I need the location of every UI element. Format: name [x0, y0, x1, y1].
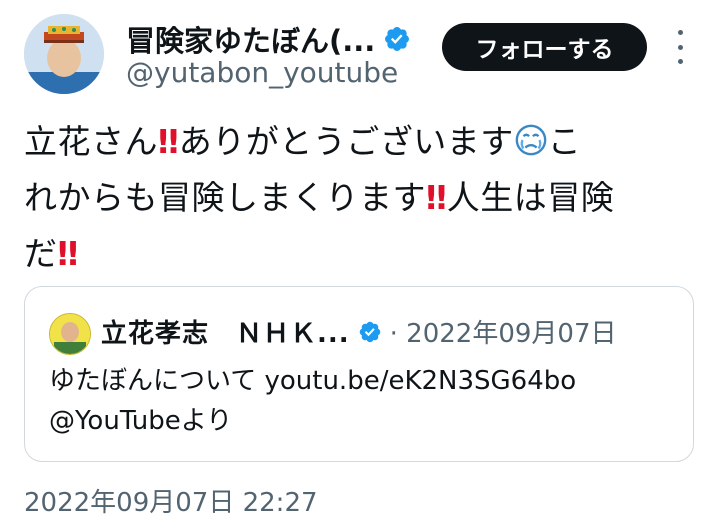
follow-button[interactable]: フォローする	[442, 23, 647, 71]
quoted-tweet-card[interactable]: 立花孝志 ＮＨＫ... · 2022年09月07日 ゆたぼんについて youtu…	[24, 286, 694, 462]
tweet-text: 立花さん‼ ありがとうございます こ れからも冒険しまくります‼ 人生は冒険 だ‼	[24, 114, 700, 282]
tweet-timestamp[interactable]: 2022年09月07日 22:27	[24, 482, 318, 519]
quoted-tweet-line: ゆたぼんについて youtu.be/eK2N3SG64bo	[49, 366, 577, 396]
tweet-text-segment: 立花さん	[24, 122, 158, 161]
crying-face-icon	[515, 124, 547, 156]
author-avatar[interactable]	[24, 14, 104, 94]
tweet-text-segment: ありがとうございます	[178, 122, 514, 161]
author-display-name[interactable]: 冒険家ゆたぼん(...	[126, 18, 411, 60]
quoted-author-avatar[interactable]	[49, 313, 91, 355]
author-handle[interactable]: @yutabon_youtube	[126, 56, 398, 89]
tweet-text-segment: 人生は冒険	[446, 178, 615, 217]
more-options-icon[interactable]	[670, 30, 690, 64]
verified-badge-icon	[359, 321, 380, 342]
double-exclamation-icon: ‼	[426, 178, 447, 217]
double-exclamation-icon: ‼	[57, 234, 79, 273]
tweet-text-segment: れからも冒険しまくります	[24, 178, 426, 217]
quoted-tweet-text: ゆたぼんについて youtu.be/eK2N3SG64bo @YouTubeより	[49, 361, 679, 441]
more-dot	[677, 44, 683, 50]
quoted-tweet-date: · 2022年09月07日	[389, 319, 617, 349]
tweet-text-segment: だ	[24, 234, 58, 273]
more-dot	[677, 59, 683, 64]
quoted-tweet-header: 立花孝志 ＮＨＫ... · 2022年09月07日	[101, 313, 617, 350]
verified-badge-icon	[385, 27, 410, 51]
double-exclamation-icon: ‼	[158, 122, 179, 161]
quoted-tweet-line: @YouTubeより	[49, 406, 233, 436]
author-display-name-text: 冒険家ゆたぼん(...	[126, 24, 376, 58]
more-dot	[677, 30, 683, 35]
tweet-text-segment: こ	[547, 122, 582, 161]
quoted-author-name[interactable]: 立花孝志 ＮＨＫ...	[101, 313, 350, 350]
